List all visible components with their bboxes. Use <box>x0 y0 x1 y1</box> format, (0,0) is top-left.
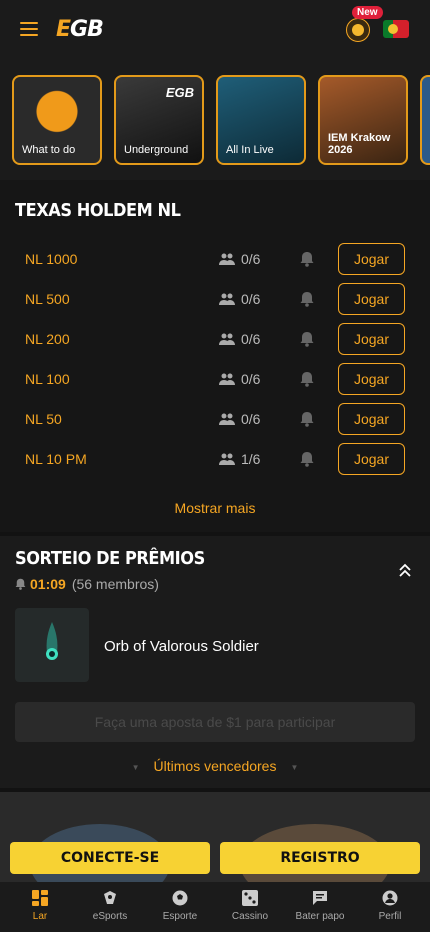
last-winners-label: Últimos vencedores <box>153 758 277 774</box>
table-row: NL 10 PM 1/6 Jogar <box>0 439 430 479</box>
table-row: NL 500 0/6 Jogar <box>0 279 430 319</box>
top-header: EGB New <box>0 0 430 60</box>
promo-card-partial[interactable] <box>420 75 430 165</box>
participate-button[interactable]: Faça uma aposta de $1 para participar <box>15 702 415 742</box>
triangle-down-icon: ▼ <box>131 762 140 772</box>
bell-icon[interactable] <box>300 331 314 347</box>
table-name: NL 200 <box>25 331 70 347</box>
login-button[interactable]: CONECTE-SE <box>10 842 210 874</box>
show-more-link[interactable]: Mostrar mais <box>0 500 430 516</box>
orb-icon <box>46 622 58 660</box>
prize-name: Orb of Valorous Soldier <box>104 638 259 655</box>
player-count: 0/6 <box>241 371 261 387</box>
player-count: 0/6 <box>241 291 261 307</box>
table-name: NL 1000 <box>25 251 78 267</box>
coin-icon[interactable] <box>346 18 370 42</box>
table-row: NL 1000 0/6 Jogar <box>0 239 430 279</box>
play-button[interactable]: Jogar <box>338 283 405 315</box>
promo-logo: EGB <box>165 85 194 100</box>
players-icon <box>219 373 235 385</box>
bell-icon[interactable] <box>300 251 314 267</box>
promo-label: IEM Krakow 2026 <box>328 132 391 156</box>
nav-item-sport[interactable]: Esporte <box>145 882 215 932</box>
players-icon <box>219 413 235 425</box>
chat-icon <box>313 891 327 905</box>
promo-card-what-to-do[interactable]: What to do <box>12 75 102 165</box>
nav-item-chat[interactable]: Bater papo <box>285 882 355 932</box>
draw-timer: 01:09 <box>30 576 66 592</box>
bell-icon[interactable] <box>300 371 314 387</box>
nav-label: Lar <box>32 911 48 922</box>
promo-card-iem-krakow[interactable]: IEM Krakow 2026 <box>318 75 408 165</box>
last-winners-link[interactable]: ▼ Últimos vencedores ▼ <box>0 758 430 774</box>
new-badge: New <box>352 6 383 19</box>
nav-label: Cassino <box>231 911 269 922</box>
nav-item-profile[interactable]: Perfil <box>355 882 425 932</box>
nav-label: Perfil <box>378 911 402 922</box>
players-icon <box>219 453 235 465</box>
chevron-double-up-icon[interactable] <box>397 562 413 578</box>
bell-icon <box>15 578 26 590</box>
player-count: 0/6 <box>241 331 261 347</box>
profile-icon <box>382 890 398 906</box>
player-count: 0/6 <box>241 411 261 427</box>
section-title: SORTEIO DE PRÊMIOS <box>15 548 205 569</box>
home-icon <box>32 890 48 906</box>
players-icon <box>219 293 235 305</box>
player-count: 1/6 <box>241 451 261 467</box>
table-row: NL 100 0/6 Jogar <box>0 359 430 399</box>
play-button[interactable]: Jogar <box>338 363 405 395</box>
table-name: NL 100 <box>25 371 70 387</box>
dice-icon <box>242 890 258 906</box>
players-icon <box>219 333 235 345</box>
player-count: 0/6 <box>241 251 261 267</box>
member-count: (56 membros) <box>71 576 159 592</box>
portugal-flag-icon[interactable] <box>383 20 409 38</box>
bell-icon[interactable] <box>300 291 314 307</box>
table-row: NL 200 0/6 Jogar <box>0 319 430 359</box>
promo-card-underground[interactable]: EGB Underground <box>114 75 204 165</box>
bottom-nav: Lar eSports Esporte Cassino Bater papo P… <box>0 882 430 932</box>
play-button[interactable]: Jogar <box>338 403 405 435</box>
table-name: NL 500 <box>25 291 70 307</box>
egb-logo[interactable]: EGB <box>56 17 104 42</box>
table-name: NL 50 <box>25 411 62 427</box>
nav-item-home[interactable]: Lar <box>5 882 75 932</box>
play-button[interactable]: Jogar <box>338 443 405 475</box>
promo-label: All In Live <box>226 144 274 156</box>
menu-icon[interactable] <box>20 22 38 36</box>
nav-label: Bater papo <box>295 911 345 922</box>
section-title: TEXAS HOLDEM NL <box>15 200 181 221</box>
bell-icon[interactable] <box>300 451 314 467</box>
prize-image <box>15 608 89 682</box>
nav-item-esports[interactable]: eSports <box>75 882 145 932</box>
esports-icon <box>104 891 116 904</box>
draw-timer-row: 01:09 (56 membros) <box>15 576 159 592</box>
promo-label: What to do <box>22 144 76 156</box>
play-button[interactable]: Jogar <box>338 323 405 355</box>
nav-item-casino[interactable]: Cassino <box>215 882 285 932</box>
table-name: NL 10 PM <box>25 451 87 467</box>
players-icon <box>219 253 235 265</box>
promo-label: Underground <box>124 144 189 156</box>
bell-icon[interactable] <box>300 411 314 427</box>
promo-card-all-in-live[interactable]: All In Live <box>216 75 306 165</box>
texas-holdem-section: TEXAS HOLDEM NL NL 1000 0/6 Jogar NL 500… <box>0 180 430 532</box>
table-row: NL 50 0/6 Jogar <box>0 399 430 439</box>
triangle-down-icon: ▼ <box>290 762 299 772</box>
register-button[interactable]: REGISTRO <box>220 842 420 874</box>
play-button[interactable]: Jogar <box>338 243 405 275</box>
soccer-ball-icon <box>172 890 188 906</box>
nav-label: eSports <box>92 911 128 922</box>
nav-label: Esporte <box>162 911 198 922</box>
prize-draw-section: SORTEIO DE PRÊMIOS 01:09 (56 membros) Or… <box>0 536 430 788</box>
promo-strip: What to do EGB Underground All In Live I… <box>0 60 430 180</box>
